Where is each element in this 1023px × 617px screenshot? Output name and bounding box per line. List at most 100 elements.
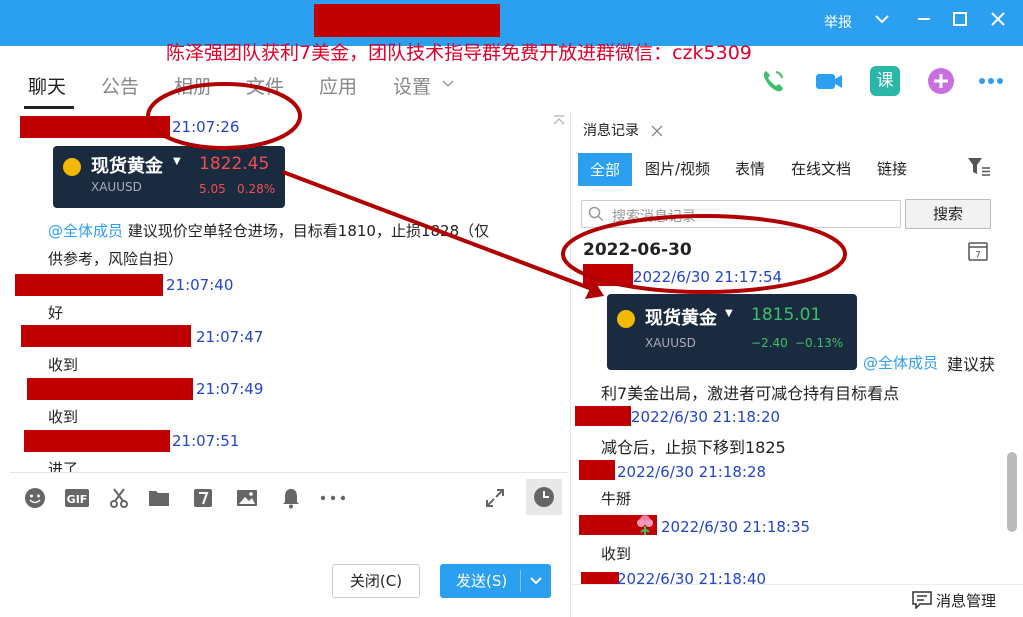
image-icon[interactable] [236, 487, 258, 509]
history-scrollbar[interactable] [1007, 452, 1017, 532]
gold-card-pct: 0.28% [237, 182, 276, 196]
svg-text:7: 7 [975, 251, 981, 261]
chat-message-text: @全体成员 建议现价空单轻仓进场，目标看1810，止损1828（仅 [48, 220, 489, 241]
message-manage-label: 消息管理 [936, 592, 997, 610]
redacted-sender [581, 572, 619, 584]
gold-coin-icon [617, 310, 635, 328]
chevron-down-icon[interactable] [870, 10, 894, 34]
chat-messages-pane[interactable]: 21:07:26 现货黄金 ▼ XAUUSD 1822.45 5.05 0.28… [0, 112, 568, 472]
send-button-label: 发送(S) [456, 572, 508, 590]
add-app-icon[interactable] [926, 66, 956, 96]
gold-card-price: 1815.01 [751, 305, 822, 325]
bell-icon[interactable] [280, 487, 302, 509]
tab-separator [571, 142, 674, 144]
date-header: 2022-06-30 [583, 240, 692, 260]
gold-card-name: 现货黄金 [645, 308, 717, 329]
filter-media[interactable]: 图片/视频 [645, 158, 710, 179]
caret-down-icon: ▼ [173, 156, 181, 167]
tab-announcement[interactable]: 公告 [101, 72, 139, 99]
history-message-text: 收到 [601, 545, 632, 563]
gold-card-name: 现货黄金 [91, 156, 163, 177]
message-time: 21:07:40 [166, 276, 234, 294]
history-clock-icon[interactable] [526, 479, 562, 515]
minimize-icon[interactable] [912, 10, 936, 34]
gold-card-price: 1822.45 [199, 154, 270, 174]
redacted-sender [579, 460, 615, 480]
redacted-sender [24, 430, 170, 452]
mention-all[interactable]: @全体成员 [48, 222, 123, 240]
message-line-1: 建议现价空单轻仓进场，目标看1810，止损1828（仅 [127, 222, 490, 240]
redacted-sender [21, 325, 191, 347]
filter-docs[interactable]: 在线文档 [791, 158, 851, 179]
more-icon[interactable] [976, 66, 1006, 96]
redacted-sender [583, 264, 633, 286]
more-tools-icon[interactable] [318, 487, 348, 509]
promo-overlay-text: 陈泽强团队获利7美金，团队技术指导群免费开放进群微信：czk5309 [166, 42, 752, 64]
tab-settings[interactable]: 设置 [393, 72, 431, 99]
tab-files[interactable]: 文件 [246, 72, 284, 99]
redacted-group-name [314, 4, 500, 37]
gold-card-code: XAUUSD [91, 180, 142, 194]
redacted-sender [27, 378, 193, 400]
emoji-icon[interactable] [24, 487, 46, 509]
report-link[interactable]: 举报 [824, 12, 852, 32]
search-placeholder: 搜索消息记录 [612, 209, 696, 225]
history-message-text: 牛掰 [601, 490, 632, 508]
voice-call-icon[interactable] [758, 66, 788, 96]
flower-emoji-icon [633, 512, 657, 540]
chat-message-text: 进了 [48, 460, 79, 472]
expand-icon[interactable] [484, 487, 506, 509]
mention-all[interactable]: @全体成员 [863, 352, 938, 373]
caret-down-icon: ▼ [725, 308, 733, 319]
chat-message-text: 收到 [48, 356, 79, 374]
gold-card-change: −2.40 [751, 336, 788, 350]
gold-card-pct: −0.13% [795, 336, 844, 350]
tab-chat[interactable]: 聊天 [28, 72, 66, 99]
video-call-icon[interactable] [814, 66, 844, 96]
close-tab-icon[interactable] [651, 122, 663, 141]
close-icon[interactable] [986, 10, 1010, 34]
history-message-text: 减仓后，止损下移到1825 [601, 438, 786, 457]
chevron-down-icon[interactable] [526, 564, 546, 610]
redacted-sender [15, 274, 163, 296]
history-message-text-a: 建议获 [947, 355, 996, 374]
chat-window: 举报 陈泽强团队获利7美金，团队技术指导群免费开放进群微信：czk5309 聊天… [0, 0, 1023, 617]
gold-coin-icon [63, 158, 81, 176]
redacted-sender [20, 116, 170, 138]
input-toolbar: GIF [10, 472, 568, 518]
tab-album[interactable]: 相册 [174, 72, 212, 99]
folder-icon[interactable] [148, 487, 170, 509]
course-icon[interactable]: 课 [870, 66, 900, 96]
filter-settings-icon[interactable] [967, 156, 991, 182]
gold-price-card[interactable]: 现货黄金 ▼ XAUUSD 1815.01 −2.40 −0.13% [607, 294, 857, 370]
history-message-time: 2022/6/30 21:18:28 [617, 463, 767, 481]
gif-icon[interactable]: GIF [64, 487, 90, 509]
gold-card-change: 5.05 [199, 182, 226, 196]
calendar-icon[interactable]: 7 [967, 240, 989, 266]
tab-apps[interactable]: 应用 [319, 72, 357, 99]
search-button[interactable]: 搜索 [905, 199, 991, 229]
chat-message-text: 收到 [48, 408, 79, 426]
svg-text:GIF: GIF [67, 493, 88, 506]
search-icon [588, 206, 604, 226]
chevron-down-icon[interactable] [441, 76, 455, 95]
rich-text-icon[interactable] [192, 487, 214, 509]
gold-price-card[interactable]: 现货黄金 ▼ XAUUSD 1822.45 5.05 0.28% [53, 146, 285, 208]
send-divider [520, 570, 521, 592]
collapse-icon[interactable] [552, 114, 566, 130]
chat-message-text: 好 [48, 304, 64, 322]
filter-all[interactable]: 全部 [578, 153, 633, 186]
search-input[interactable]: 搜索消息记录 [581, 200, 901, 228]
message-line-2: 供参考，风险自担） [48, 250, 184, 268]
scissors-icon[interactable] [108, 487, 130, 509]
message-time: 21:07:49 [196, 380, 264, 398]
maximize-icon[interactable] [948, 10, 972, 34]
send-button[interactable]: 发送(S) [440, 564, 551, 598]
history-message-text-b: 利7美金出局，激进者可减仓持有目标看点 [601, 384, 900, 403]
history-tab-label[interactable]: 消息记录 [583, 120, 639, 140]
filter-links[interactable]: 链接 [877, 158, 907, 179]
message-time: 21:07:26 [172, 118, 240, 136]
gold-card-code: XAUUSD [645, 336, 696, 350]
close-button[interactable]: 关闭(C) [332, 564, 420, 598]
filter-emoji[interactable]: 表情 [735, 158, 765, 179]
